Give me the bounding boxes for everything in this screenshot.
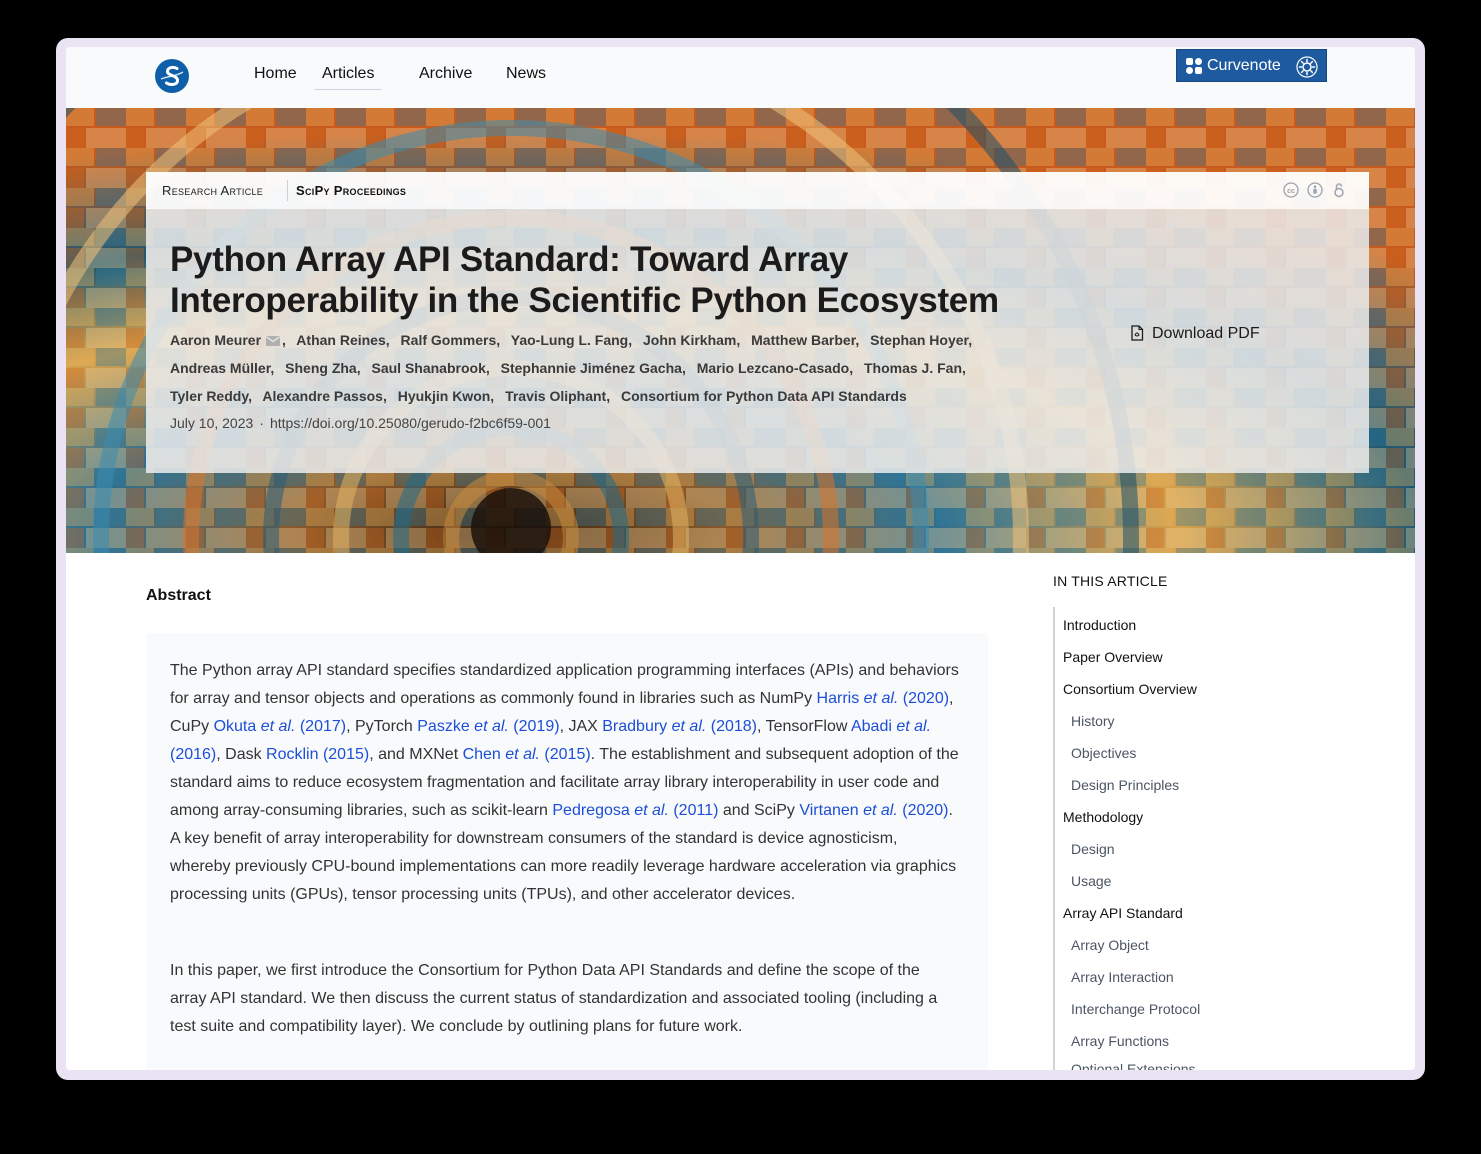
- browser-window: Home Articles Archive News Curvenote Res…: [66, 47, 1415, 1070]
- abstract-box: The Python array API standard specifies …: [146, 633, 988, 1070]
- author-name[interactable]: Consortium for Python Data API Standards: [621, 388, 907, 404]
- author-name[interactable]: Matthew Barber,: [751, 332, 859, 348]
- nav-articles-link[interactable]: Articles: [314, 65, 383, 90]
- author-name[interactable]: Andreas Müller,: [170, 360, 274, 376]
- toc-item-design[interactable]: Design: [1071, 841, 1115, 857]
- toc-item-paper-overview[interactable]: Paper Overview: [1063, 649, 1163, 665]
- author-name[interactable]: Tyler Reddy,: [170, 388, 252, 404]
- toc-item-array-functions[interactable]: Array Functions: [1071, 1033, 1169, 1049]
- creative-commons-icon[interactable]: cc: [1283, 182, 1299, 198]
- article-header-panel: Python Array API Standard: Toward Array …: [146, 209, 1369, 473]
- nav-home-link[interactable]: Home: [254, 65, 297, 89]
- nav-archive-link[interactable]: Archive: [419, 65, 472, 89]
- download-pdf-button[interactable]: Download PDF: [1130, 325, 1260, 343]
- mail-icon[interactable]: [266, 336, 281, 346]
- curvenote-badge[interactable]: Curvenote: [1176, 49, 1327, 82]
- gear-icon[interactable]: [1295, 55, 1319, 79]
- article-type-bar: Research Article SciPy Proceedings cc: [146, 172, 1369, 209]
- author-name[interactable]: Alexandre Passos,: [262, 388, 387, 404]
- article-hero: Research Article SciPy Proceedings cc Py…: [66, 108, 1415, 553]
- article-meta: July 10, 2023 · https://doi.org/10.25080/g…: [170, 415, 551, 431]
- toc-item-design-principles[interactable]: Design Principles: [1071, 777, 1179, 793]
- author-name[interactable]: Stephan Hoyer,: [870, 332, 972, 348]
- toc-item-objectives[interactable]: Objectives: [1071, 745, 1136, 761]
- attribution-icon[interactable]: [1307, 182, 1323, 198]
- toc-item-introduction[interactable]: Introduction: [1063, 617, 1136, 633]
- author-name[interactable]: Aaron Meurer,: [170, 332, 286, 348]
- citation-link[interactable]: Paszke et al. (2019): [417, 718, 559, 735]
- author-name[interactable]: Ralf Gommers,: [401, 332, 501, 348]
- citation-link[interactable]: Chen et al. (2015): [463, 746, 591, 763]
- citation-link[interactable]: Rocklin (2015): [266, 746, 369, 763]
- citation-link[interactable]: Okuta et al. (2017): [214, 718, 347, 735]
- author-name[interactable]: Travis Oliphant,: [505, 388, 610, 404]
- toc-item-methodology[interactable]: Methodology: [1063, 809, 1143, 825]
- toc-item-optional-extensions[interactable]: Optional Extensions: [1071, 1061, 1196, 1070]
- scipy-logo-icon[interactable]: [155, 59, 189, 93]
- abstract-heading: Abstract: [146, 587, 211, 604]
- pdf-file-icon: [1131, 325, 1144, 341]
- publish-date: July 10, 2023: [170, 415, 254, 431]
- toc-item-history[interactable]: History: [1071, 713, 1115, 729]
- toc-item-array-interaction[interactable]: Array Interaction: [1071, 969, 1174, 985]
- open-access-icon[interactable]: [1331, 182, 1347, 198]
- toc-item-array-api-standard[interactable]: Array API Standard: [1063, 905, 1183, 921]
- article-kind: Research Article: [162, 183, 264, 198]
- toc-item-consortium-overview[interactable]: Consortium Overview: [1063, 681, 1197, 697]
- curvenote-label: Curvenote: [1207, 57, 1281, 74]
- author-list: Aaron Meurer, Athan Reines, Ralf Gommers…: [170, 326, 990, 410]
- article-title: Python Array API Standard: Toward Array …: [170, 240, 999, 320]
- curvenote-logo-icon: [1186, 58, 1202, 74]
- author-name[interactable]: Thomas J. Fan,: [864, 360, 966, 376]
- svg-text:cc: cc: [1287, 188, 1295, 195]
- author-name[interactable]: John Kirkham,: [643, 332, 740, 348]
- author-name[interactable]: Saul Shanabrook,: [372, 360, 490, 376]
- author-name[interactable]: Athan Reines,: [296, 332, 389, 348]
- citation-link[interactable]: Bradbury et al. (2018): [602, 718, 757, 735]
- author-name[interactable]: Yao-Lung L. Fang,: [511, 332, 632, 348]
- article-venue[interactable]: SciPy Proceedings: [296, 183, 406, 198]
- abstract-paragraph: In this paper, we first introduce the Co…: [170, 962, 938, 1035]
- divider: [287, 180, 288, 201]
- toc-item-array-object[interactable]: Array Object: [1071, 937, 1149, 953]
- doi-link[interactable]: https://doi.org/10.25080/gerudo-f2bc6f59…: [270, 415, 551, 431]
- citation-link[interactable]: Pedregosa et al. (2011): [552, 802, 718, 819]
- top-navigation: Home Articles Archive News Curvenote: [66, 47, 1415, 108]
- download-pdf-label: Download PDF: [1152, 325, 1260, 342]
- nav-news-link[interactable]: News: [506, 65, 546, 89]
- author-name[interactable]: Sheng Zha,: [285, 360, 360, 376]
- author-name[interactable]: Stephannie Jiménez Gacha,: [501, 360, 686, 376]
- abstract-paragraph: The Python array API standard specifies …: [170, 662, 959, 903]
- toc-item-interchange-protocol[interactable]: Interchange Protocol: [1071, 1001, 1200, 1017]
- toc-title: IN THIS ARTICLE: [1053, 573, 1168, 589]
- citation-link[interactable]: Harris et al. (2020): [817, 690, 950, 707]
- separator-dot: ·: [259, 415, 264, 431]
- toc-item-usage[interactable]: Usage: [1071, 873, 1111, 889]
- toc-rail: [1053, 607, 1055, 1070]
- author-name[interactable]: Hyukjin Kwon,: [398, 388, 494, 404]
- citation-link[interactable]: Virtanen et al. (2020): [799, 802, 948, 819]
- author-name[interactable]: Mario Lezcano-Casado,: [697, 360, 853, 376]
